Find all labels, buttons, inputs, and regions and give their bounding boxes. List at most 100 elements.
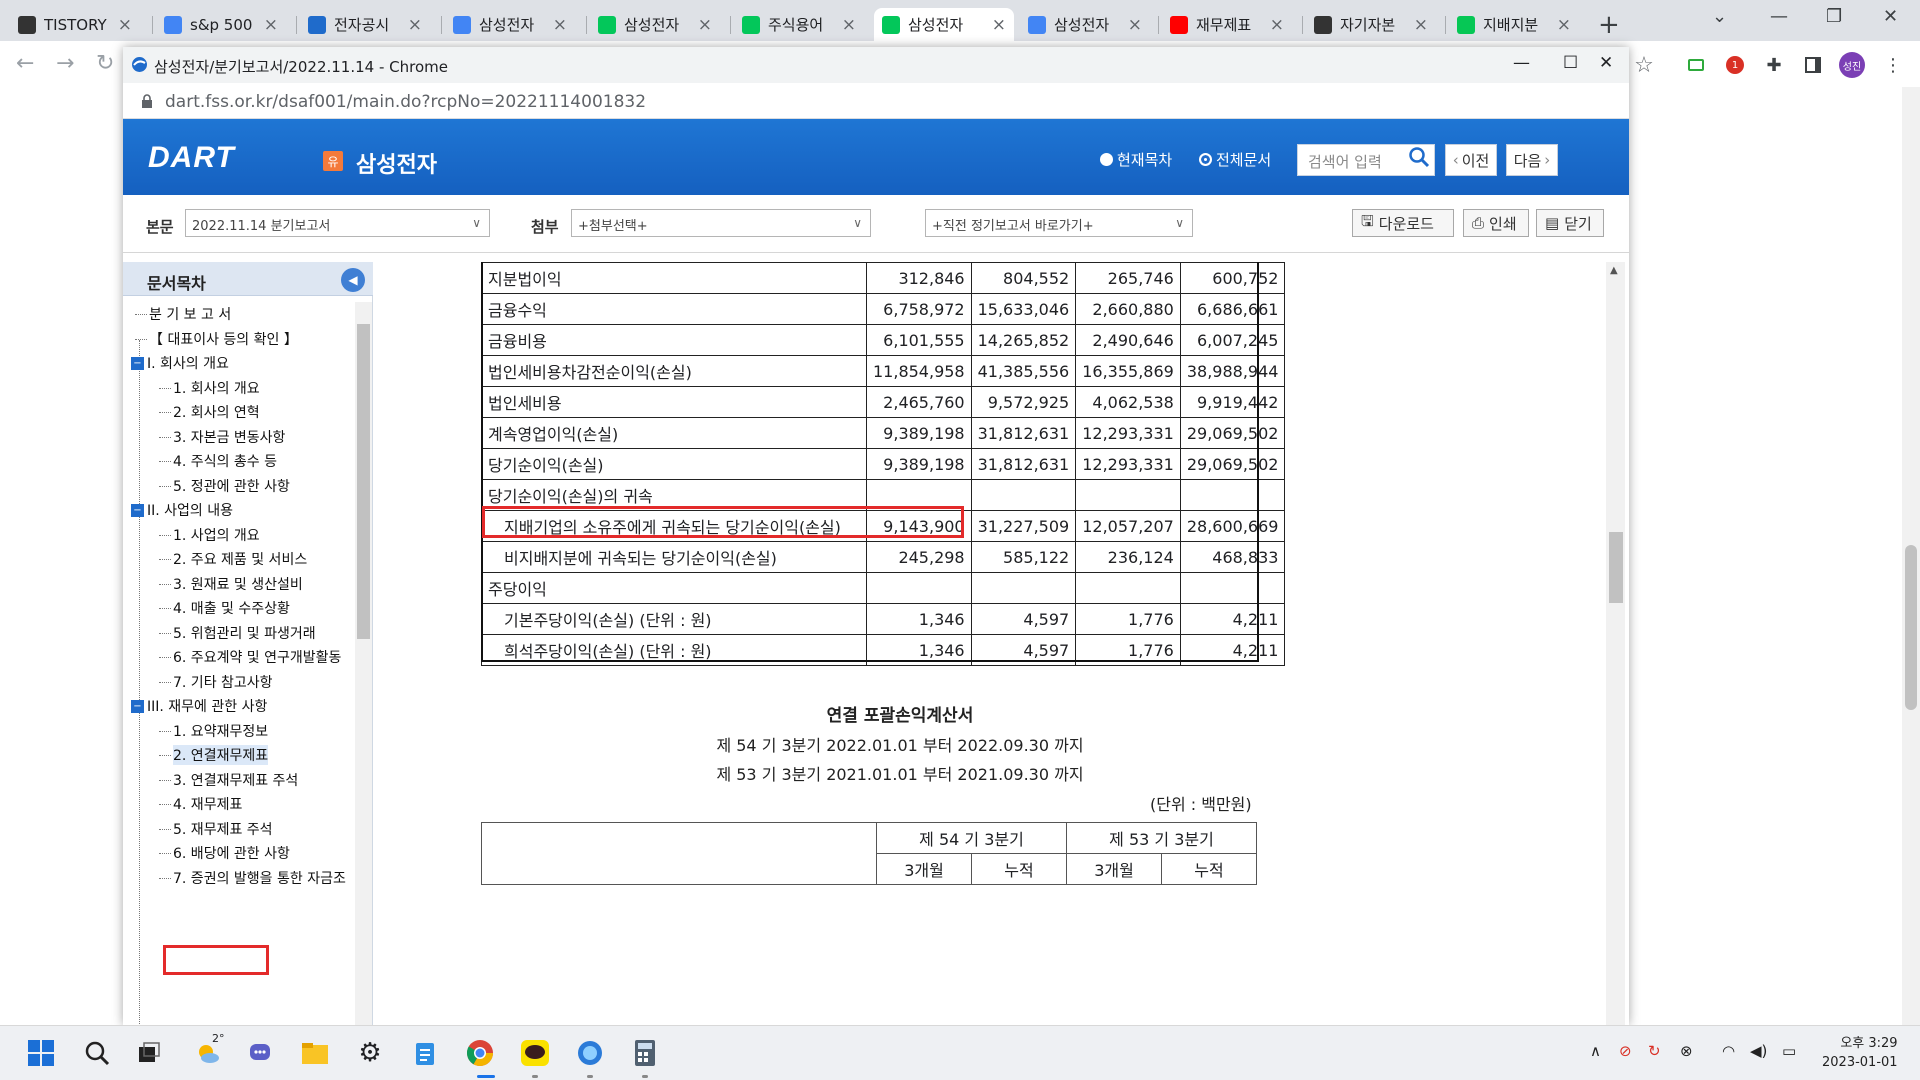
toc-item[interactable]: 7. 증권의 발행을 통한 자금조 bbox=[159, 868, 346, 888]
wifi-icon[interactable]: ◠ bbox=[1722, 1042, 1735, 1060]
tab-9[interactable]: 재무제표 × bbox=[1162, 8, 1292, 41]
tab-11[interactable]: 지배지분 × bbox=[1449, 8, 1579, 41]
profile-avatar[interactable]: 성진 bbox=[1839, 52, 1865, 78]
toc-item[interactable]: 5. 정관에 관한 사항 bbox=[159, 476, 290, 496]
toc-item[interactable]: 【 대표이사 등의 확인 】 bbox=[135, 329, 298, 349]
toc-item[interactable]: 2. 회사의 연혁 bbox=[159, 402, 260, 422]
extensions-puzzle-icon[interactable]: ✚ bbox=[1761, 52, 1787, 78]
back-icon[interactable]: ← bbox=[16, 51, 34, 76]
forward-icon[interactable]: → bbox=[56, 51, 74, 76]
start-menu-icon[interactable] bbox=[26, 1038, 56, 1068]
toc-item[interactable]: 4. 매출 및 수주상황 bbox=[159, 598, 290, 618]
content-scrollbar-thumb[interactable] bbox=[1609, 532, 1623, 603]
collapse-sidebar-button[interactable]: ◀ bbox=[341, 268, 365, 292]
folder-toggle-icon[interactable]: − bbox=[131, 699, 144, 713]
tab-close-icon[interactable]: × bbox=[1270, 15, 1284, 35]
print-button[interactable]: ⎙ 인쇄 bbox=[1463, 209, 1529, 237]
toc-item[interactable]: 3. 연결재무제표 주석 bbox=[159, 770, 298, 790]
tab-1[interactable]: TISTORY × bbox=[10, 8, 140, 41]
search-icon[interactable] bbox=[1408, 146, 1430, 168]
tab-close-icon[interactable]: × bbox=[118, 15, 132, 35]
file-explorer-icon[interactable] bbox=[300, 1038, 330, 1068]
popup-maximize-button[interactable]: ☐ bbox=[1563, 53, 1578, 73]
toc-item[interactable]: 3. 원재료 및 생산설비 bbox=[159, 574, 303, 594]
tab-3[interactable]: 전자공시 × bbox=[300, 8, 430, 41]
volume-icon[interactable]: ◀) bbox=[1750, 1042, 1767, 1060]
settings-gear-icon[interactable]: ⚙ bbox=[355, 1038, 385, 1068]
task-view-icon[interactable] bbox=[134, 1038, 164, 1068]
tab-6[interactable]: 주식용어 × bbox=[734, 8, 864, 41]
prev-button[interactable]: ‹ 이전 bbox=[1445, 144, 1497, 176]
weather-widget-icon[interactable]: 2° bbox=[193, 1032, 225, 1068]
folder-toggle-icon[interactable]: − bbox=[131, 356, 144, 370]
tab-close-icon[interactable]: × bbox=[408, 15, 422, 35]
toc-item[interactable]: − II. 사업의 내용 bbox=[131, 500, 233, 520]
bookmark-star-icon[interactable]: ☆ bbox=[1631, 52, 1657, 78]
tab-close-icon[interactable]: × bbox=[1128, 15, 1142, 35]
radio-whole-document[interactable]: 전체문서 bbox=[1199, 149, 1271, 170]
tray-close-circle-icon[interactable]: ⊗ bbox=[1680, 1042, 1693, 1060]
tab-search-icon[interactable]: ⌄ bbox=[1712, 6, 1727, 27]
toc-item[interactable]: 2. 주요 제품 및 서비스 bbox=[159, 549, 307, 569]
toc-item[interactable]: 1. 회사의 개요 bbox=[159, 378, 260, 398]
tray-app-red-icon[interactable]: ⊘ bbox=[1619, 1042, 1632, 1060]
popup-url[interactable]: dart.fss.or.kr/dsaf001/main.do?rcpNo=202… bbox=[165, 92, 646, 112]
search-taskbar-icon[interactable] bbox=[82, 1038, 112, 1068]
new-tab-button[interactable]: + bbox=[1598, 10, 1620, 40]
tab-5[interactable]: 삼성전자 × bbox=[590, 8, 720, 41]
clock[interactable]: 오후 3:29 2023-01-01 bbox=[1822, 1034, 1898, 1072]
scroll-up-icon[interactable]: ▲ bbox=[1610, 265, 1618, 276]
body-select[interactable]: 2022.11.14 분기보고서 ∨ bbox=[185, 209, 490, 237]
toc-item[interactable]: 1. 요약재무정보 bbox=[159, 721, 268, 741]
toc-item[interactable]: 1. 사업의 개요 bbox=[159, 525, 260, 545]
extension-red-icon[interactable]: 1 bbox=[1722, 52, 1748, 78]
restore-button[interactable]: ❐ bbox=[1826, 6, 1842, 27]
content-scrollbar[interactable]: ▲ bbox=[1606, 262, 1625, 1025]
popup-minimize-button[interactable]: — bbox=[1513, 53, 1530, 73]
radio-current-toc[interactable]: 현재목차 bbox=[1100, 149, 1172, 170]
tab-10[interactable]: 자기자본 × bbox=[1306, 8, 1436, 41]
tab-8[interactable]: 삼성전자 × bbox=[1020, 8, 1150, 41]
tab-close-icon[interactable]: × bbox=[698, 15, 712, 35]
extension-green-icon[interactable] bbox=[1683, 52, 1709, 78]
dart-app-icon[interactable] bbox=[575, 1038, 605, 1068]
toc-item[interactable]: 5. 위험관리 및 파생거래 bbox=[159, 623, 316, 643]
download-button[interactable]: 🖫 다운로드 bbox=[1352, 209, 1454, 237]
toc-item[interactable]: 6. 배당에 관한 사항 bbox=[159, 843, 290, 863]
toc-scrollbar-thumb[interactable] bbox=[357, 324, 370, 639]
toc-item[interactable]: 3. 자본금 변동사항 bbox=[159, 427, 285, 447]
radio-whole-document-circle[interactable] bbox=[1199, 153, 1212, 166]
tab-7[interactable]: 삼성전자 × bbox=[874, 8, 1014, 41]
toc-item[interactable]: − I. 회사의 개요 bbox=[131, 353, 229, 373]
popup-close-button[interactable]: ✕ bbox=[1599, 53, 1613, 73]
recent-report-select[interactable]: +직전 정기보고서 바로가기+ ∨ bbox=[925, 209, 1193, 237]
tray-chevron-up-icon[interactable]: ∧ bbox=[1590, 1042, 1601, 1060]
toc-item[interactable]: 5. 재무제표 주석 bbox=[159, 819, 273, 839]
side-panel-icon[interactable] bbox=[1800, 52, 1826, 78]
close-button[interactable]: ▤ 닫기 bbox=[1536, 209, 1604, 237]
tab-close-icon[interactable]: × bbox=[842, 15, 856, 35]
toc-item[interactable]: 분 기 보 고 서 bbox=[135, 304, 231, 324]
tab-close-icon[interactable]: × bbox=[1557, 15, 1571, 35]
next-button[interactable]: 다음 › bbox=[1506, 144, 1558, 176]
battery-icon[interactable]: ▭ bbox=[1782, 1042, 1796, 1060]
teams-chat-icon[interactable] bbox=[245, 1038, 275, 1068]
attach-select[interactable]: +첨부선택+ ∨ bbox=[571, 209, 871, 237]
radio-current-toc-circle[interactable] bbox=[1100, 153, 1113, 166]
toc-item[interactable]: 2. 연결재무제표 bbox=[159, 745, 269, 765]
tray-sync-icon[interactable]: ↻ bbox=[1648, 1042, 1661, 1060]
chrome-icon[interactable] bbox=[465, 1038, 495, 1068]
tab-close-icon[interactable]: × bbox=[1414, 15, 1428, 35]
tab-close-icon[interactable]: × bbox=[553, 15, 567, 35]
toc-item[interactable]: 4. 주식의 총수 등 bbox=[159, 451, 277, 471]
tab-close-icon[interactable]: × bbox=[264, 15, 278, 35]
calculator-icon[interactable] bbox=[630, 1038, 660, 1068]
toc-item[interactable]: 6. 주요계약 및 연구개발활동 bbox=[159, 647, 341, 667]
notepad-icon[interactable] bbox=[410, 1038, 440, 1068]
reload-icon[interactable]: ↻ bbox=[96, 51, 114, 76]
page-scrollbar-thumb[interactable] bbox=[1905, 545, 1917, 710]
tab-2[interactable]: s&p 500 × bbox=[156, 8, 286, 41]
close-window-button[interactable]: ✕ bbox=[1883, 6, 1898, 27]
toc-item[interactable]: 7. 기타 참고사항 bbox=[159, 672, 273, 692]
menu-dots-icon[interactable]: ⋮ bbox=[1880, 52, 1906, 78]
